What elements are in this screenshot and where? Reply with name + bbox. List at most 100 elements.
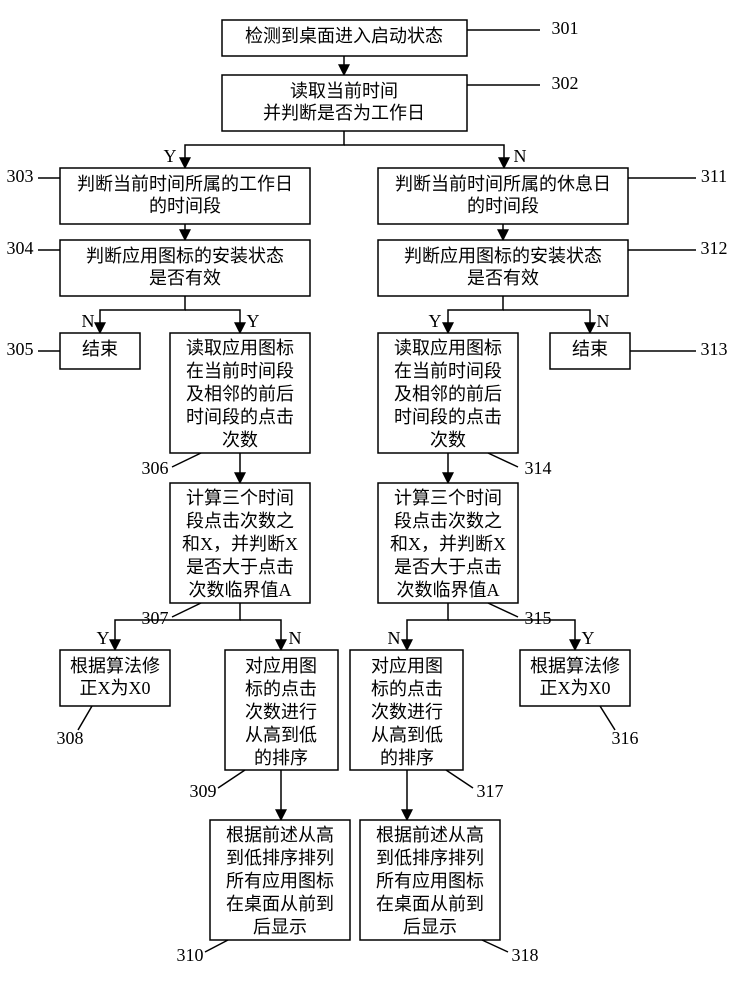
edge-304-305 xyxy=(100,296,185,333)
label-309: 309 xyxy=(190,781,217,801)
label-314: 314 xyxy=(525,458,552,478)
node-309-t3: 从高到低 xyxy=(245,725,317,745)
node-318-t3: 在桌面从前到 xyxy=(376,894,484,914)
node-318-t4: 后显示 xyxy=(403,917,457,937)
leader-315 xyxy=(488,603,518,617)
label-308: 308 xyxy=(57,728,84,748)
edge-315-316 xyxy=(448,620,575,650)
node-306-t2: 及相邻的前后 xyxy=(186,384,294,404)
node-306-t4: 次数 xyxy=(222,430,258,450)
edge-315-317 xyxy=(407,603,448,650)
branch-N-307: N xyxy=(289,628,302,648)
node-304-text-1: 是否有效 xyxy=(149,268,221,288)
node-304-text-0: 判断应用图标的安装状态 xyxy=(86,246,284,266)
label-318: 318 xyxy=(512,945,539,965)
node-315-t2: 和X，并判断X xyxy=(390,534,506,554)
branch-N-312: N xyxy=(597,311,610,331)
node-314-t4: 次数 xyxy=(430,430,466,450)
node-317-t0: 对应用图 xyxy=(371,656,443,676)
leader-317 xyxy=(446,770,473,788)
node-308-t0: 根据算法修 xyxy=(70,656,160,676)
branch-Y-304: Y xyxy=(247,311,260,331)
node-303-text-1: 的时间段 xyxy=(149,196,221,216)
label-311: 311 xyxy=(701,166,727,186)
leader-307 xyxy=(172,603,201,617)
label-307: 307 xyxy=(142,608,169,628)
node-302-text-1: 并判断是否为工作日 xyxy=(263,103,425,123)
node-303-text-0: 判断当前时间所属的工作日 xyxy=(77,174,293,194)
node-306-t1: 在当前时间段 xyxy=(186,361,294,381)
node-316-t0: 根据算法修 xyxy=(530,656,620,676)
leader-310 xyxy=(205,940,228,952)
node-310-t2: 所有应用图标 xyxy=(226,871,334,891)
label-301: 301 xyxy=(552,18,579,38)
node-318-t0: 根据前述从高 xyxy=(376,825,484,845)
edge-312-314 xyxy=(448,296,503,333)
leader-308 xyxy=(78,706,92,730)
branch-N-304: N xyxy=(82,311,95,331)
node-315-t3: 是否大于点击 xyxy=(394,557,502,577)
label-303: 303 xyxy=(7,166,34,186)
node-309-t2: 次数进行 xyxy=(245,702,317,722)
node-302-text-0: 读取当前时间 xyxy=(290,81,398,101)
leader-316 xyxy=(600,706,615,730)
edge-307-308 xyxy=(115,603,240,650)
branch-Y-315: Y xyxy=(582,628,595,648)
label-305: 305 xyxy=(7,339,34,359)
node-308-t1: 正X为X0 xyxy=(80,678,151,698)
leader-306 xyxy=(172,453,201,467)
node-316-t1: 正X为X0 xyxy=(540,678,611,698)
edge-302-right xyxy=(344,145,504,168)
node-312-t0: 判断应用图标的安装状态 xyxy=(404,246,602,266)
node-314-t0: 读取应用图标 xyxy=(394,338,502,358)
node-301-text: 检测到桌面进入启动状态 xyxy=(245,26,443,46)
node-315-t4: 次数临界值A xyxy=(397,580,500,600)
leader-309 xyxy=(218,770,245,788)
node-309-t4: 的排序 xyxy=(254,748,308,768)
node-306-t3: 时间段的点击 xyxy=(186,407,294,427)
label-306: 306 xyxy=(142,458,169,478)
branch-Y-307: Y xyxy=(97,628,110,648)
edge-307-309 xyxy=(240,620,281,650)
node-305-text: 结束 xyxy=(82,339,118,359)
node-306-t0: 读取应用图标 xyxy=(186,338,294,358)
leader-318 xyxy=(482,940,508,952)
node-309-t1: 标的点击 xyxy=(245,679,317,699)
node-311-t1: 的时间段 xyxy=(467,196,539,216)
branch-N-302-right: N xyxy=(514,146,527,166)
node-311-t0: 判断当前时间所属的休息日 xyxy=(395,174,611,194)
leader-314 xyxy=(488,453,518,467)
branch-Y-302-left: Y xyxy=(164,146,177,166)
node-310-t3: 在桌面从前到 xyxy=(226,894,334,914)
edge-304-306 xyxy=(185,310,240,333)
node-313-text: 结束 xyxy=(572,339,608,359)
node-317-t2: 次数进行 xyxy=(371,702,443,722)
node-307-t0: 计算三个时间 xyxy=(186,488,294,508)
node-317-t4: 的排序 xyxy=(380,748,434,768)
node-314-t3: 时间段的点击 xyxy=(394,407,502,427)
node-318-t2: 所有应用图标 xyxy=(376,871,484,891)
label-302: 302 xyxy=(552,73,579,93)
node-307-t3: 是否大于点击 xyxy=(186,557,294,577)
label-315: 315 xyxy=(525,608,552,628)
node-315-t1: 段点击次数之 xyxy=(394,511,502,531)
label-312: 312 xyxy=(701,238,728,258)
edge-312-313 xyxy=(503,310,590,333)
label-304: 304 xyxy=(7,238,34,258)
node-314-t2: 及相邻的前后 xyxy=(394,384,502,404)
node-315-t0: 计算三个时间 xyxy=(394,488,502,508)
node-310-t1: 到低排序排列 xyxy=(226,848,334,868)
edge-302-left xyxy=(185,131,344,168)
node-312-t1: 是否有效 xyxy=(467,268,539,288)
label-317: 317 xyxy=(477,781,504,801)
node-317-t1: 标的点击 xyxy=(371,679,443,699)
node-307-t1: 段点击次数之 xyxy=(186,511,294,531)
node-310-t0: 根据前述从高 xyxy=(226,825,334,845)
branch-N-315: N xyxy=(388,628,401,648)
node-310-t4: 后显示 xyxy=(253,917,307,937)
node-309-t0: 对应用图 xyxy=(245,656,317,676)
node-307-t2: 和X，并判断X xyxy=(182,534,298,554)
node-307-t4: 次数临界值A xyxy=(189,580,292,600)
branch-Y-312: Y xyxy=(429,311,442,331)
label-313: 313 xyxy=(701,339,728,359)
